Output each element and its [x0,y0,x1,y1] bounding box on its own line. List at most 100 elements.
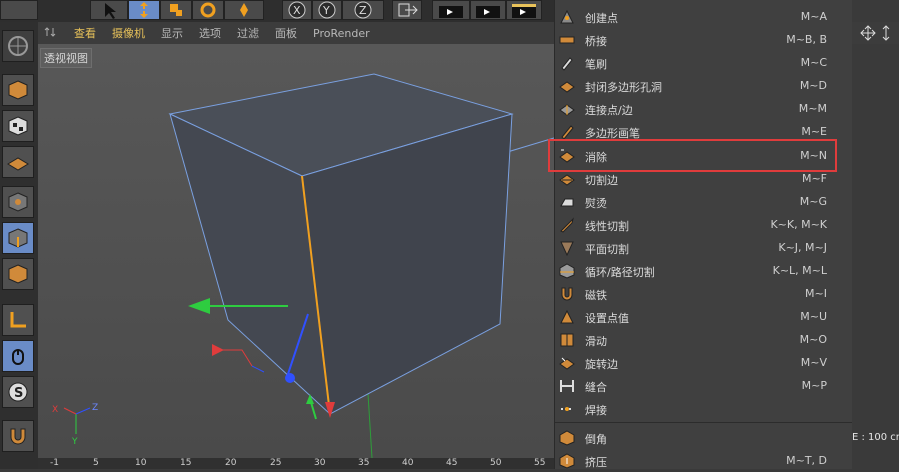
z-axis-lock-button[interactable]: Z [342,0,384,20]
ruler-tick: 55 [534,458,546,468]
coordinate-icon [398,3,418,17]
bevel-icon [559,430,575,446]
menu-item-connect-points-edges[interactable]: 连接点/边 M~M [555,98,853,120]
menu-item-label: 创建点 [585,12,618,25]
cube-icon [8,80,28,100]
point-mode-button[interactable] [2,186,34,218]
x-axis-handle[interactable] [188,298,210,314]
ruler-tick: 15 [180,458,192,468]
create-point-icon [560,9,574,24]
points-cube-icon [8,192,28,212]
menu-options[interactable]: 选项 [191,25,229,41]
menu-item-spin-edge[interactable]: 旋转边 M~V [555,352,853,374]
rotate-tool-button[interactable] [192,0,224,20]
viewport-menu-icons[interactable] [38,26,66,41]
menu-item-shortcut: M~U [800,310,827,323]
left-toolbar: S [0,22,38,469]
knife-icon [560,217,574,233]
ruler-tick: 20 [225,458,237,468]
menu-display[interactable]: 显示 [153,25,191,41]
transform-tool-button[interactable] [224,0,264,20]
menu-item-shortcut: M~A [800,10,827,23]
ruler-tick: 40 [402,458,414,468]
render-settings-button[interactable] [506,0,542,20]
status-readout: E : 100 cn [852,432,899,443]
connect-icon [559,104,575,116]
clapper-icon [512,4,536,18]
svg-text:X: X [293,4,301,17]
menu-filter[interactable]: 过滤 [229,25,267,41]
polygon-mode-button[interactable] [2,258,34,290]
scale-tool-button[interactable] [160,0,192,20]
menu-item-create-point[interactable]: 创建点 M~A [555,6,853,28]
mouse-icon [12,349,24,365]
menu-item-label: 缝合 [585,381,607,394]
menu-camera[interactable]: 摄像机 [104,25,153,41]
axis-x-label: X [52,405,58,415]
texture-mode-button[interactable] [2,110,34,142]
menu-item-label: 笔刷 [585,58,607,71]
menu-item-line-cut[interactable]: 线性切割 K~K, M~K [555,214,853,236]
menu-item-bridge[interactable]: 桥接 M~B, B [555,29,853,51]
cursor-icon [105,3,116,19]
menu-item-close-polygon-hole[interactable]: 封闭多边形孔洞 M~D [555,75,853,97]
menu-item-label: 焊接 [585,404,607,417]
magnet-button[interactable] [2,420,34,452]
move-arrows-icon[interactable] [860,24,899,44]
globe-button[interactable] [2,30,34,62]
menu-item-bevel[interactable]: 倒角 [555,427,853,449]
menu-view[interactable]: 查看 [66,25,104,41]
timeline-ruler[interactable]: -1 5 10 15 20 25 30 35 40 45 50 55 [38,458,554,469]
undo-button[interactable] [0,0,38,20]
menu-item-stitch[interactable]: 缝合 M~P [555,375,853,397]
rotate-icon [200,2,216,18]
menu-item-shortcut: M~M [798,102,827,115]
ruler-tick: 5 [93,458,99,468]
menu-item-shortcut: M~P [801,379,827,392]
edge-mode-button[interactable] [2,222,34,254]
menu-item-brush[interactable]: 笔刷 M~C [555,52,853,74]
y-axis-lock-button[interactable]: Y [312,0,342,20]
menu-item-shortcut: M~F [801,172,827,185]
menu-item-set-point-value[interactable]: 设置点值 M~U [555,306,853,328]
plane-cut-icon [560,241,574,256]
menu-prorender[interactable]: ProRender [305,27,378,40]
ruler-tick: -1 [50,458,59,468]
snap-button[interactable]: S [2,376,34,408]
spin-edge-icon [559,357,575,370]
z-axis-handle[interactable] [285,373,295,383]
axis-y-label: Y [71,437,78,447]
workplane-button[interactable] [2,146,34,178]
view-arrows-icon [44,26,56,37]
menu-item-magnet[interactable]: 磁铁 M~I [555,283,853,305]
clapper-icon [476,6,500,18]
axis-icon [10,312,26,328]
polygon-pen-icon [561,125,574,140]
menu-item-shortcut: K~K, M~K [770,218,827,231]
menu-item-label: 切割边 [585,174,618,187]
menu-item-shortcut: M~G [799,195,827,208]
right-panel-header [852,22,899,44]
clapper-icon [439,6,463,18]
ruler-tick: 30 [314,458,326,468]
render-picture-viewer-button[interactable] [470,0,506,20]
menu-item-plane-cut[interactable]: 平面切割 K~J, M~J [555,237,853,259]
menu-item-shortcut: M~I [805,287,827,300]
menu-item-shortcut: M~C [800,56,827,69]
axis-mode-button[interactable] [2,304,34,336]
tweak-mode-button[interactable] [2,340,34,372]
ruler-tick: 10 [135,458,147,468]
select-tool-button[interactable] [90,0,128,20]
move-tool-button[interactable] [128,0,160,20]
menu-panel[interactable]: 面板 [267,25,305,41]
menu-item-slide[interactable]: 滑动 M~O [555,329,853,351]
menu-item-loop-path-cut[interactable]: 循环/路径切割 K~L, M~L [555,260,853,282]
render-view-button[interactable] [432,0,470,20]
model-mode-button[interactable] [2,74,34,106]
perspective-viewport[interactable]: X Z Y 透视视图 [38,44,554,458]
menu-item-weld[interactable]: 焊接 [555,398,853,420]
x-axis-lock-button[interactable]: X [282,0,312,20]
coordinate-system-button[interactable] [392,0,422,20]
menu-item-iron[interactable]: 熨烫 M~G [555,191,853,213]
move-icon [140,2,148,18]
